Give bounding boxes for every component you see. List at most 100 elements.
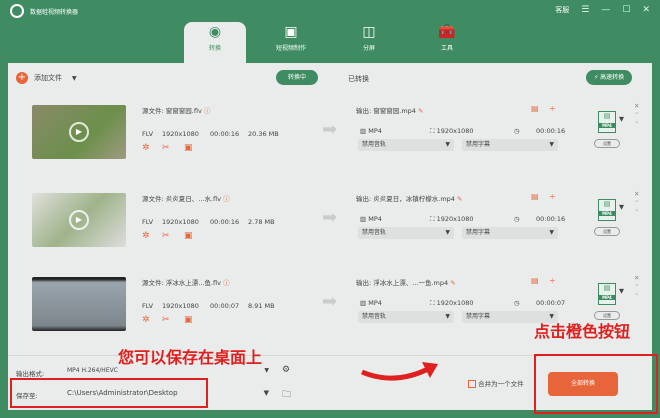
toolbox-icon: 🧰: [438, 24, 456, 40]
subtitle-select[interactable]: 禁用字幕 ▼: [462, 227, 558, 239]
open-folder-icon[interactable]: 🗀: [282, 387, 291, 403]
rename-icon[interactable]: ✎: [418, 107, 423, 115]
output-label: 输出:: [356, 195, 372, 203]
play-icon[interactable]: ▶: [69, 122, 89, 142]
tab-convert[interactable]: ◉ 转换: [184, 22, 246, 64]
minimize-icon[interactable]: —: [601, 5, 610, 15]
output-format: MP4: [368, 215, 382, 223]
source-duration: 00:00:16: [210, 218, 240, 226]
resolution-icon: ⛶: [430, 215, 435, 223]
source-label: 源文件:: [142, 107, 164, 115]
cut-icon[interactable]: ✂: [162, 143, 170, 153]
audio-track-select[interactable]: 禁用音轨 ▼: [358, 227, 454, 239]
tv-icon: ▣: [284, 24, 298, 40]
id3-icon[interactable]: ▤: [531, 192, 539, 201]
format-settings-icon[interactable]: ⚙: [282, 365, 290, 375]
format-dropdown-icon[interactable]: ▼: [619, 115, 624, 123]
annotation-text-right: 点击橙色按钮: [534, 322, 631, 341]
merge-checkbox[interactable]: 合并为一个文件: [468, 378, 524, 388]
output-duration: 00:00:07: [536, 299, 566, 307]
convert-icon: ◉: [208, 24, 222, 40]
source-resolution: 1920x1080: [162, 302, 199, 310]
remove-icon[interactable]: ✕: [634, 190, 639, 198]
id3-icon[interactable]: ▤: [531, 276, 539, 285]
close-icon[interactable]: ✕: [642, 5, 650, 15]
arrow-right-icon: ➡: [322, 119, 338, 140]
audio-track-select[interactable]: 禁用音轨 ▼: [358, 311, 454, 323]
settings-button[interactable]: 设置: [594, 139, 620, 148]
info-icon[interactable]: ⓘ: [204, 107, 211, 115]
format-dropdown-icon[interactable]: ▼: [619, 287, 624, 295]
cut-icon[interactable]: ✂: [162, 315, 170, 325]
add-file-dropdown[interactable]: ▼: [72, 75, 77, 82]
add-file-button[interactable]: 添加文件: [34, 73, 62, 83]
output-resolution: 1920x1080: [436, 127, 474, 135]
output-filename: 炎炎夏日，冰镇柠檬水.mp4: [373, 195, 455, 203]
resolution-icon: ⛶: [430, 127, 435, 135]
clock-icon: ◷: [514, 127, 520, 135]
edit-icon[interactable]: ▣: [184, 143, 193, 153]
subtitle-select[interactable]: 禁用字幕 ▼: [462, 139, 558, 151]
source-size: 2.78 MB: [248, 218, 275, 226]
maximize-icon[interactable]: ☐: [622, 5, 630, 15]
edit-icon[interactable]: ▣: [184, 231, 193, 241]
add-file-icon[interactable]: +: [16, 72, 28, 84]
edit-icon[interactable]: ▣: [184, 315, 193, 325]
output-format-button[interactable]: ▤ MP4: [598, 199, 616, 221]
video-thumbnail[interactable]: [32, 277, 126, 331]
source-filename: 炎炎夏日、...水.flv: [165, 195, 221, 203]
rename-icon[interactable]: ✎: [450, 279, 455, 287]
tab-tools[interactable]: 🧰 工具: [416, 22, 478, 64]
output-format-label: 输出格式:: [16, 370, 45, 378]
play-icon[interactable]: ▶: [69, 210, 89, 230]
output-resolution: 1920x1080: [436, 215, 474, 223]
source-duration: 00:00:07: [210, 302, 240, 310]
source-filename: 浮冰水上漂...鱼.flv: [165, 279, 221, 287]
source-duration: 00:00:16: [210, 130, 240, 138]
compress-icon[interactable]: ÷: [549, 104, 556, 113]
fast-convert-button[interactable]: ⚡ 高速转换: [586, 70, 633, 85]
output-resolution: 1920x1080: [436, 299, 474, 307]
menu-icon[interactable]: ☰: [581, 5, 589, 15]
audio-track-select[interactable]: 禁用音轨 ▼: [358, 139, 454, 151]
move-down-icon[interactable]: ⌄: [634, 289, 639, 297]
enhance-icon[interactable]: ✲: [142, 231, 150, 241]
output-format-button[interactable]: ▤ MP4: [598, 283, 616, 305]
enhance-icon[interactable]: ✲: [142, 143, 150, 153]
output-format-button[interactable]: ▤ MP4: [598, 111, 616, 133]
id3-icon[interactable]: ▤: [531, 104, 539, 113]
format-dropdown-icon[interactable]: ▼: [619, 203, 624, 211]
lightning-icon: ⚡: [594, 74, 599, 81]
info-icon[interactable]: ⓘ: [223, 195, 230, 203]
film-icon: ▥: [360, 299, 367, 307]
tab-short-video[interactable]: ▣ 短视频制作: [260, 22, 322, 64]
output-format: MP4: [368, 299, 382, 307]
app-title: 数据蛙视频转换器: [30, 8, 79, 16]
toolbar: + 添加文件 ▼ 转换中 已转换 ⚡ 高速转换: [8, 63, 652, 93]
tab-converting[interactable]: 转换中: [276, 70, 319, 85]
move-down-icon[interactable]: ⌄: [634, 117, 639, 125]
file-row: ▶ 源文件: 窗窗窗园.flv ⓘ FLV 1920x1080 00:00:16…: [16, 97, 644, 169]
info-icon[interactable]: ⓘ: [223, 279, 230, 287]
compress-icon[interactable]: ÷: [549, 192, 556, 201]
rename-icon[interactable]: ✎: [457, 195, 462, 203]
support-link[interactable]: 客服: [555, 5, 569, 15]
file-row: ▶ 源文件: 炎炎夏日、...水.flv ⓘ FLV 1920x1080 00:…: [16, 185, 644, 257]
compress-icon[interactable]: ÷: [549, 276, 556, 285]
cut-icon[interactable]: ✂: [162, 231, 170, 241]
source-resolution: 1920x1080: [162, 130, 199, 138]
settings-button[interactable]: 设置: [594, 227, 620, 236]
resolution-icon: ⛶: [430, 299, 435, 307]
tab-split-screen[interactable]: ◫ 分屏: [338, 22, 400, 64]
enhance-icon[interactable]: ✲: [142, 315, 150, 325]
remove-icon[interactable]: ✕: [634, 102, 639, 110]
video-thumbnail[interactable]: ▶: [32, 193, 126, 247]
app-title-bar: 数据蛙视频转换器: [10, 4, 78, 18]
annotation-text-left: 您可以保存在桌面上: [118, 348, 263, 367]
output-duration: 00:00:16: [536, 215, 566, 223]
video-thumbnail[interactable]: ▶: [32, 105, 126, 159]
move-down-icon[interactable]: ⌄: [634, 205, 639, 213]
remove-icon[interactable]: ✕: [634, 274, 639, 282]
tab-converted[interactable]: 已转换: [348, 74, 369, 84]
source-format: FLV: [142, 218, 154, 226]
